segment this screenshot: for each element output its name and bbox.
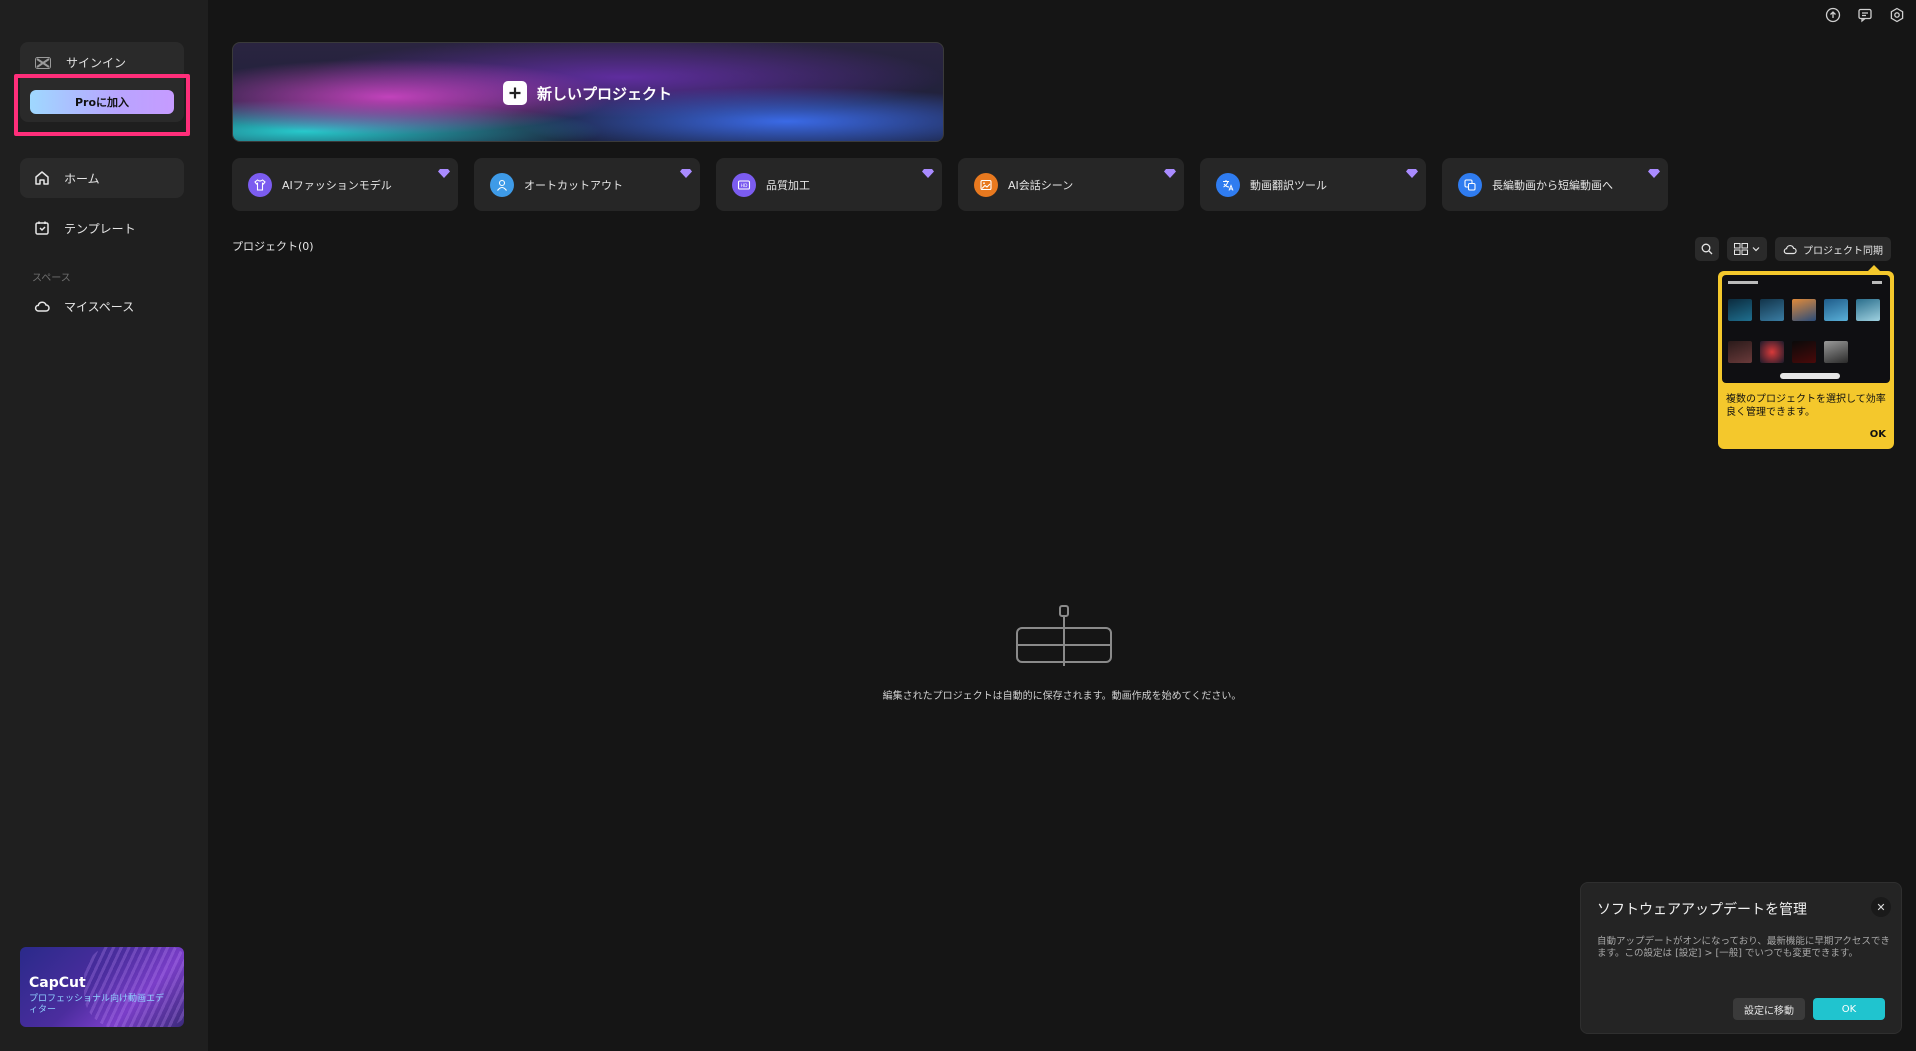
dialog-title: ソフトウェアアップデートを管理: [1597, 902, 1807, 918]
dialog-body: 自動アップデートがオンになっており、最新機能に早期アクセスできます。この設定は …: [1597, 936, 1890, 959]
go-to-settings-button[interactable]: 設定に移動: [1733, 998, 1805, 1020]
sidebar-item-label: テンプレート: [64, 221, 136, 236]
promo-subtitle: プロフェッショナル向け動画エディター: [29, 994, 165, 1015]
close-icon[interactable]: ✕: [1871, 897, 1891, 917]
capcut-promo-card[interactable]: CapCut プロフェッショナル向け動画エディター: [20, 947, 184, 1027]
sign-in-row[interactable]: サインイン: [34, 54, 126, 71]
join-pro-button[interactable]: Proに加入: [30, 90, 174, 114]
empty-box-icon: [1016, 605, 1112, 666]
capcut-logo-icon: [34, 56, 52, 70]
empty-state-text: 編集されたプロジェクトは自動的に保存されます。動画作成を始めてください。: [882, 691, 1242, 702]
sidebar-item-home[interactable]: ホーム: [20, 158, 184, 198]
sidebar-item-label: マイスペース: [64, 299, 135, 314]
software-update-dialog: ソフトウェアアップデートを管理 ✕ 自動アップデートがオンになっており、最新機能…: [1580, 882, 1902, 1034]
sidebar-item-template[interactable]: テンプレート: [20, 208, 184, 248]
sidebar: サインイン Proに加入 ホーム テンプレート スペース マイスペース CapC…: [0, 0, 208, 1051]
template-icon: [35, 221, 49, 235]
cloud-icon: [34, 301, 50, 312]
sidebar-item-my-space[interactable]: マイスペース: [20, 286, 184, 326]
capcut-app-window: サインイン Proに加入 ホーム テンプレート スペース マイスペース CapC…: [0, 0, 1916, 1051]
section-label-space: スペース: [32, 273, 71, 284]
sidebar-item-label: ホーム: [64, 171, 100, 186]
home-icon: [35, 171, 49, 185]
dialog-ok-button[interactable]: OK: [1813, 998, 1885, 1020]
promo-title: CapCut: [29, 975, 86, 991]
sign-in-label: サインイン: [66, 56, 127, 70]
